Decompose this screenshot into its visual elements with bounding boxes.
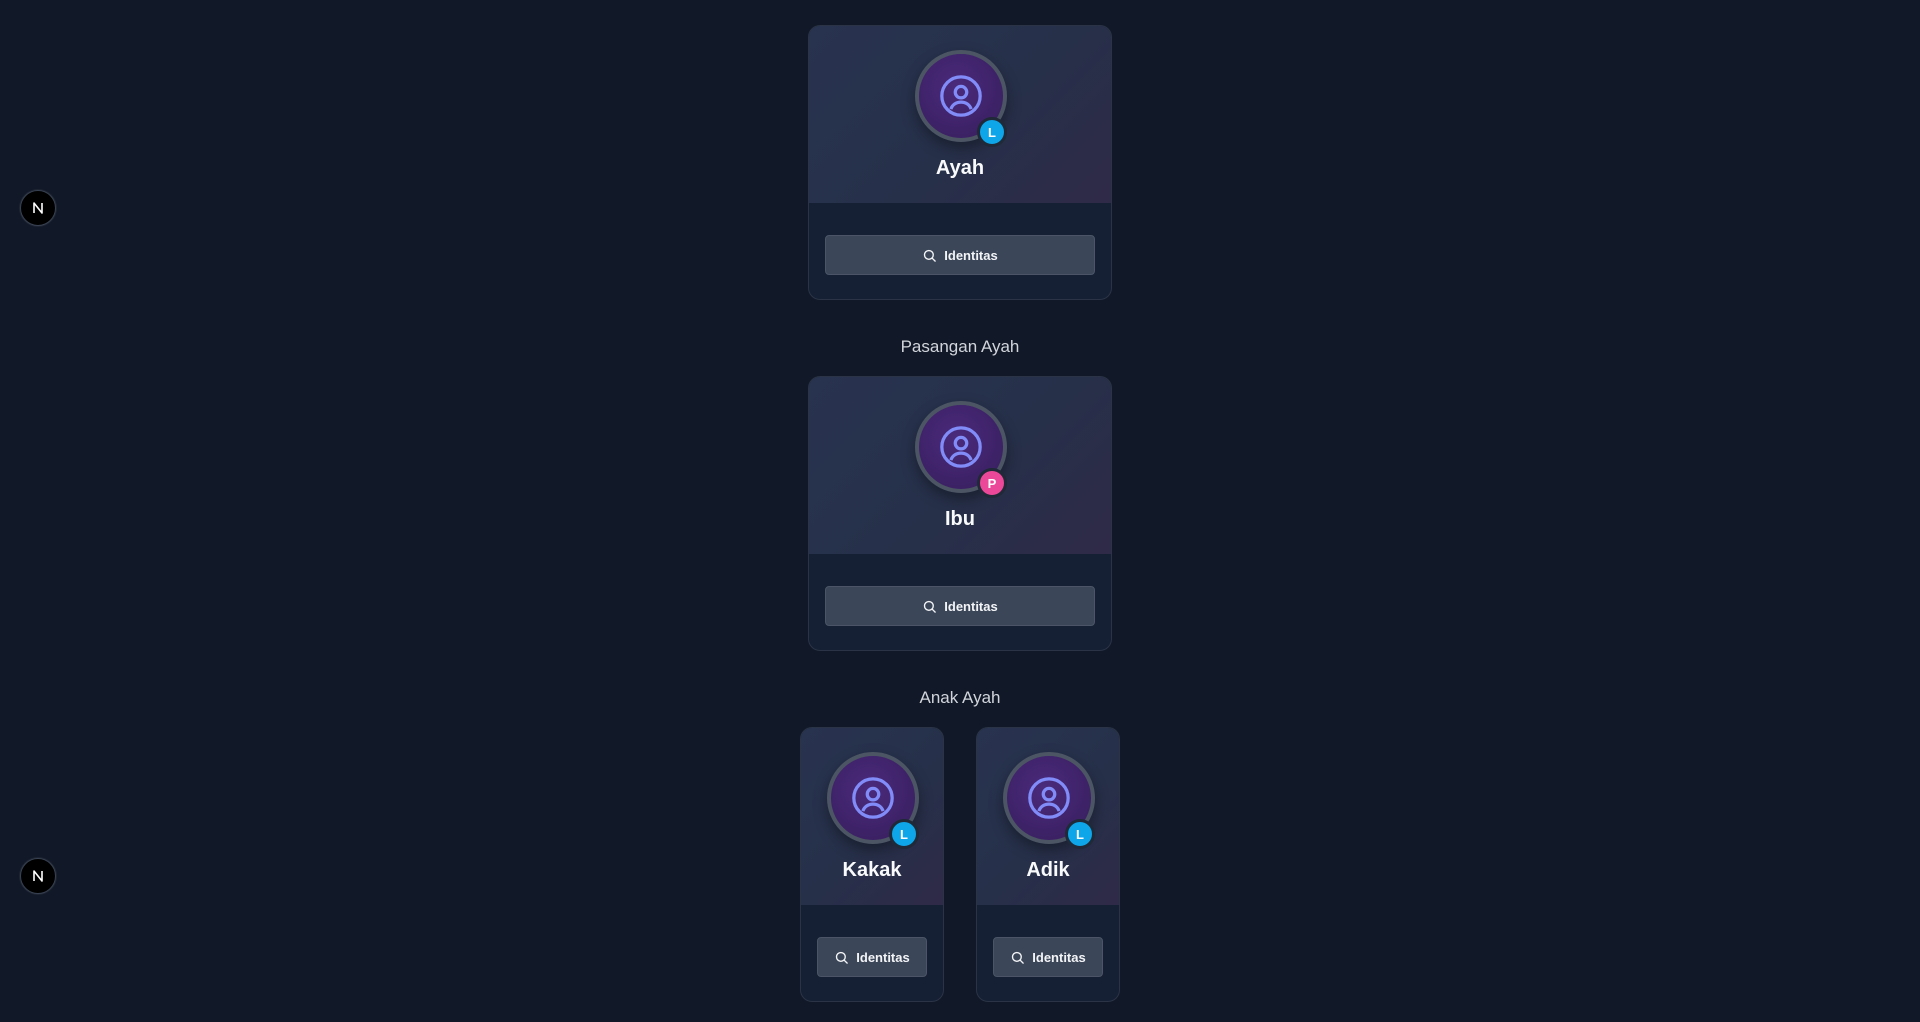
nextjs-badge-top[interactable] <box>20 190 56 226</box>
person-name: Adik <box>1026 859 1070 881</box>
user-circle-icon <box>1028 777 1070 819</box>
person-name: Ayah <box>935 157 985 179</box>
identitas-button[interactable]: Identitas <box>817 937 927 977</box>
person-card-kakak: L Kakak Identitas <box>800 727 944 1002</box>
nextjs-logo-icon <box>33 202 43 214</box>
identitas-button-label: Identitas <box>944 247 998 263</box>
family-tree-page: L Ayah Identitas Pasangan Ayah P Ibu Ide… <box>0 0 1920 1022</box>
nextjs-logo-icon <box>33 870 43 882</box>
gender-badge-male: L <box>1065 819 1095 849</box>
user-circle-icon <box>852 777 894 819</box>
identitas-button[interactable]: Identitas <box>825 235 1095 275</box>
identitas-button-label: Identitas <box>856 949 910 965</box>
identitas-button[interactable]: Identitas <box>993 937 1103 977</box>
search-icon <box>924 249 937 262</box>
user-circle-icon <box>940 426 982 468</box>
identitas-button[interactable]: Identitas <box>825 586 1095 626</box>
identitas-button-label: Identitas <box>1032 949 1086 965</box>
person-name: Ibu <box>945 508 975 530</box>
search-icon <box>836 951 849 964</box>
nextjs-badge-bottom[interactable] <box>20 858 56 894</box>
section-label-spouse: Pasangan Ayah <box>900 337 1020 356</box>
person-card-adik: L Adik Identitas <box>976 727 1120 1002</box>
search-icon <box>924 600 937 613</box>
gender-badge-male: L <box>889 819 919 849</box>
section-label-children: Anak Ayah <box>919 688 1001 707</box>
person-card-ayah: L Ayah Identitas <box>808 25 1112 300</box>
search-icon <box>1012 951 1025 964</box>
person-name: Kakak <box>842 859 902 881</box>
user-circle-icon <box>940 75 982 117</box>
gender-badge-female: P <box>977 468 1007 498</box>
gender-badge-male: L <box>977 117 1007 147</box>
identitas-button-label: Identitas <box>944 598 998 614</box>
person-card-ibu: P Ibu Identitas <box>808 376 1112 651</box>
